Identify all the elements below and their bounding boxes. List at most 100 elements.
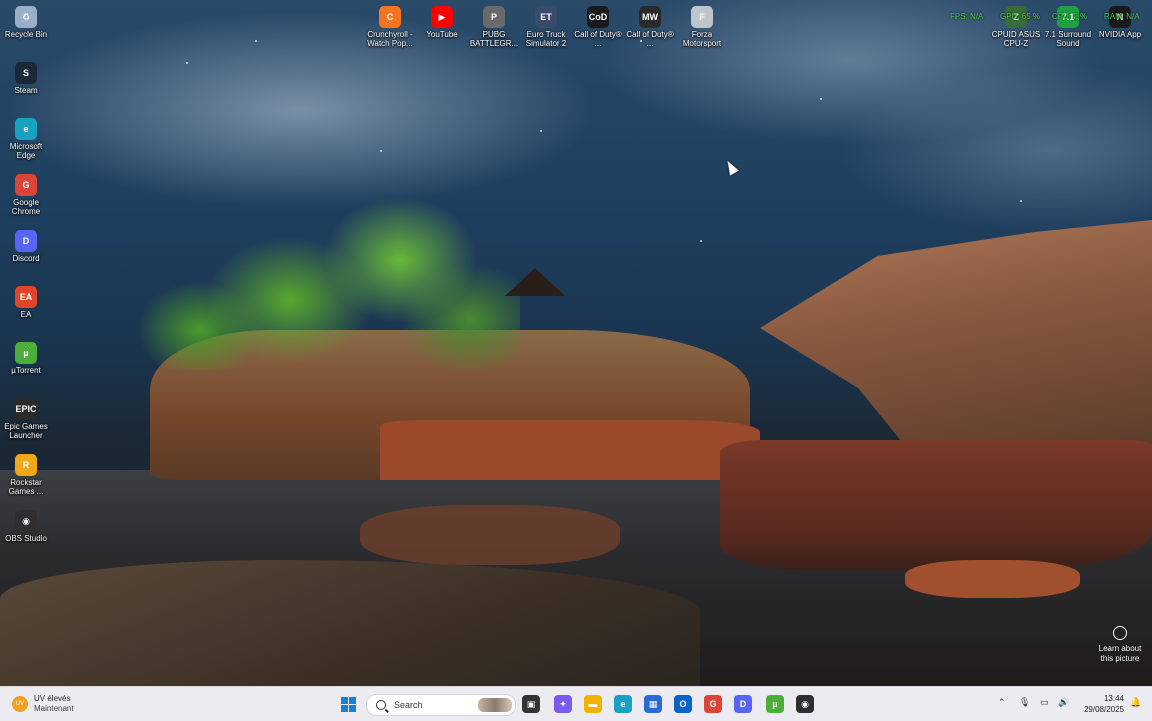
- desktop-icon-rockstar[interactable]: R Rockstar Games ...: [0, 454, 52, 496]
- weather-widget[interactable]: UV UV élevés Maintenant: [12, 693, 74, 715]
- mouse-cursor-icon: [723, 158, 739, 176]
- gpu-overlay: GPU: 65 %: [1000, 12, 1041, 21]
- learn-about-picture[interactable]: Learn about this picture: [1092, 626, 1148, 664]
- windows-logo-pane: [348, 704, 356, 712]
- weather-subtitle: Maintenant: [34, 704, 74, 713]
- taskbar-clock[interactable]: 13:44 29/08/2025: [1076, 693, 1124, 715]
- utorrent-icon: µ: [15, 342, 37, 364]
- desktop-icon-crunchyroll[interactable]: C Crunchyroll - Watch Pop...: [364, 6, 416, 48]
- windows-logo-pane: [348, 696, 356, 704]
- euro-truck-icon: ET: [535, 6, 557, 28]
- rockstar-icon: R: [15, 454, 37, 476]
- discord-taskbar-icon[interactable]: D: [734, 695, 752, 713]
- clock-date: 29/08/2025: [1083, 705, 1124, 714]
- desktop-icon-discord[interactable]: D Discord: [0, 230, 52, 263]
- search-highlight-image: [478, 698, 512, 712]
- taskbar-search-box[interactable]: Search: [366, 694, 516, 716]
- ea-icon: EA: [15, 286, 37, 308]
- desktop-icon-chrome[interactable]: G Google Chrome: [0, 174, 52, 216]
- desktop-icon-label: Euro Truck Simulator 2: [525, 30, 567, 48]
- file-explorer-icon[interactable]: ▬: [584, 695, 602, 713]
- edge-taskbar-icon[interactable]: e: [614, 695, 632, 713]
- middle-rock: [360, 505, 620, 565]
- right-cliff: [760, 220, 1152, 460]
- call-of-duty-icon: CoD: [587, 6, 609, 28]
- desktop-icon-label: Call of Duty® ...: [574, 30, 622, 48]
- desktop-icon-euro-truck[interactable]: ET Euro Truck Simulator 2: [520, 6, 572, 48]
- desktop-icon-label: Crunchyroll - Watch Pop...: [367, 30, 413, 48]
- desktop-icon-call-of-duty[interactable]: CoD Call of Duty® ...: [572, 6, 624, 48]
- right-shore-rock-small: [905, 560, 1080, 598]
- weather-title: UV élevés: [34, 694, 71, 703]
- sun-icon: UV: [12, 696, 28, 712]
- desktop-icon-label: Epic Games Launcher: [4, 422, 48, 440]
- desktop-icon-forza[interactable]: F Forza Motorsport: [676, 6, 728, 48]
- forza-icon: F: [691, 6, 713, 28]
- desktop-icon-label: Google Chrome: [11, 198, 41, 216]
- desktop-icon-label: Forza Motorsport: [682, 30, 722, 48]
- crunchyroll-icon: C: [379, 6, 401, 28]
- search-placeholder: Search: [394, 700, 423, 710]
- foreground-rocks: [0, 560, 700, 686]
- show-hidden-icons-chevron-icon[interactable]: ⌃: [998, 697, 1006, 708]
- volume-icon[interactable]: 🔊: [1058, 697, 1069, 708]
- desktop-icon-label: CPUID ASUS CPU-Z: [991, 30, 1041, 48]
- desktop-icon-obs[interactable]: ◉ OBS Studio: [0, 510, 52, 543]
- task-view-icon[interactable]: ▣: [522, 695, 540, 713]
- chrome-icon: G: [15, 174, 37, 196]
- search-icon: [376, 700, 386, 710]
- camera-icon: [1113, 626, 1127, 640]
- desktop-icon-recycle-bin[interactable]: ♻ Recycle Bin: [0, 6, 52, 39]
- island-trees: [140, 170, 520, 370]
- desktop-icon-utorrent[interactable]: µ µTorrent: [0, 342, 52, 375]
- pubg-icon: P: [483, 6, 505, 28]
- utorrent-taskbar-icon[interactable]: µ: [766, 695, 784, 713]
- desktop-icon-label: 7.1 Surround Sound: [1044, 30, 1092, 48]
- windows-logo-icon: [340, 696, 348, 704]
- start-button[interactable]: [340, 696, 356, 712]
- clock-time: 13:44: [1103, 694, 1124, 703]
- network-icon[interactable]: ▭: [1040, 697, 1049, 708]
- desktop-icon-youtube[interactable]: ▶ YouTube: [416, 6, 468, 39]
- microphone-icon[interactable]: 🎙: [1019, 697, 1030, 708]
- desktop-icon-label: Recycle Bin: [4, 30, 48, 39]
- desktop-icon-epic-games[interactable]: EPIC Epic Games Launcher: [0, 398, 52, 440]
- desktop-icon-ea[interactable]: EA EA: [0, 286, 52, 319]
- right-shore-rocks: [720, 440, 1152, 570]
- obs-icon: ◉: [15, 510, 37, 532]
- obs-taskbar-icon[interactable]: ◉: [796, 695, 814, 713]
- windows-logo-pane: [340, 704, 348, 712]
- store-icon[interactable]: ▦: [644, 695, 662, 713]
- desktop-icon-pubg[interactable]: P PUBG BATTLEGR...: [468, 6, 520, 48]
- recycle-bin-icon: ♻: [15, 6, 37, 28]
- call-of-duty-mw-icon: MW: [639, 6, 661, 28]
- desktop-icon-label: Steam: [14, 86, 38, 95]
- learn-about-picture-label: Learn about this picture: [1098, 644, 1142, 663]
- ram-overlay: RAM: N/A: [1104, 12, 1140, 21]
- desktop-icon-label: EA: [20, 310, 32, 319]
- desktop-icon-label: Rockstar Games ...: [8, 478, 44, 496]
- desktop-icon-label: YouTube: [426, 30, 458, 39]
- youtube-icon: ▶: [431, 6, 453, 28]
- island-base: [380, 420, 760, 480]
- discord-icon: D: [15, 230, 37, 252]
- desktop-icon-label: Microsoft Edge: [9, 142, 43, 160]
- taskbar: UV UV élevés Maintenant Search ▣ ✦ ▬ e ▦ O G Dµ…: [0, 686, 1152, 721]
- outlook-icon[interactable]: O: [674, 695, 692, 713]
- notification-bell-icon[interactable]: 🔔: [1130, 697, 1141, 708]
- desktop-icon-steam[interactable]: S Steam: [0, 62, 52, 95]
- cpu-overlay: CPU: 2 %: [1052, 12, 1088, 21]
- desktop-icon-label: OBS Studio: [5, 534, 47, 543]
- epic-games-icon: EPIC: [15, 398, 37, 420]
- desktop-icon-call-of-duty-mw[interactable]: MW Call of Duty® ...: [624, 6, 676, 48]
- steam-icon: S: [15, 62, 37, 84]
- chrome-taskbar-icon[interactable]: G: [704, 695, 722, 713]
- copilot-icon[interactable]: ✦: [554, 695, 572, 713]
- desktop-icon-edge[interactable]: e Microsoft Edge: [0, 118, 52, 160]
- edge-icon: e: [15, 118, 37, 140]
- desktop-icon-nvidia[interactable]: N NVIDIA App: [1094, 6, 1146, 39]
- desktop-icon-label: Call of Duty® ...: [626, 30, 674, 48]
- desktop-icon-label: µTorrent: [11, 366, 41, 375]
- desktop[interactable]: ♻ Recycle Bin S Steam e Microsoft Edge G Google…: [0, 0, 1152, 686]
- desktop-icon-label: PUBG BATTLEGR...: [469, 30, 519, 48]
